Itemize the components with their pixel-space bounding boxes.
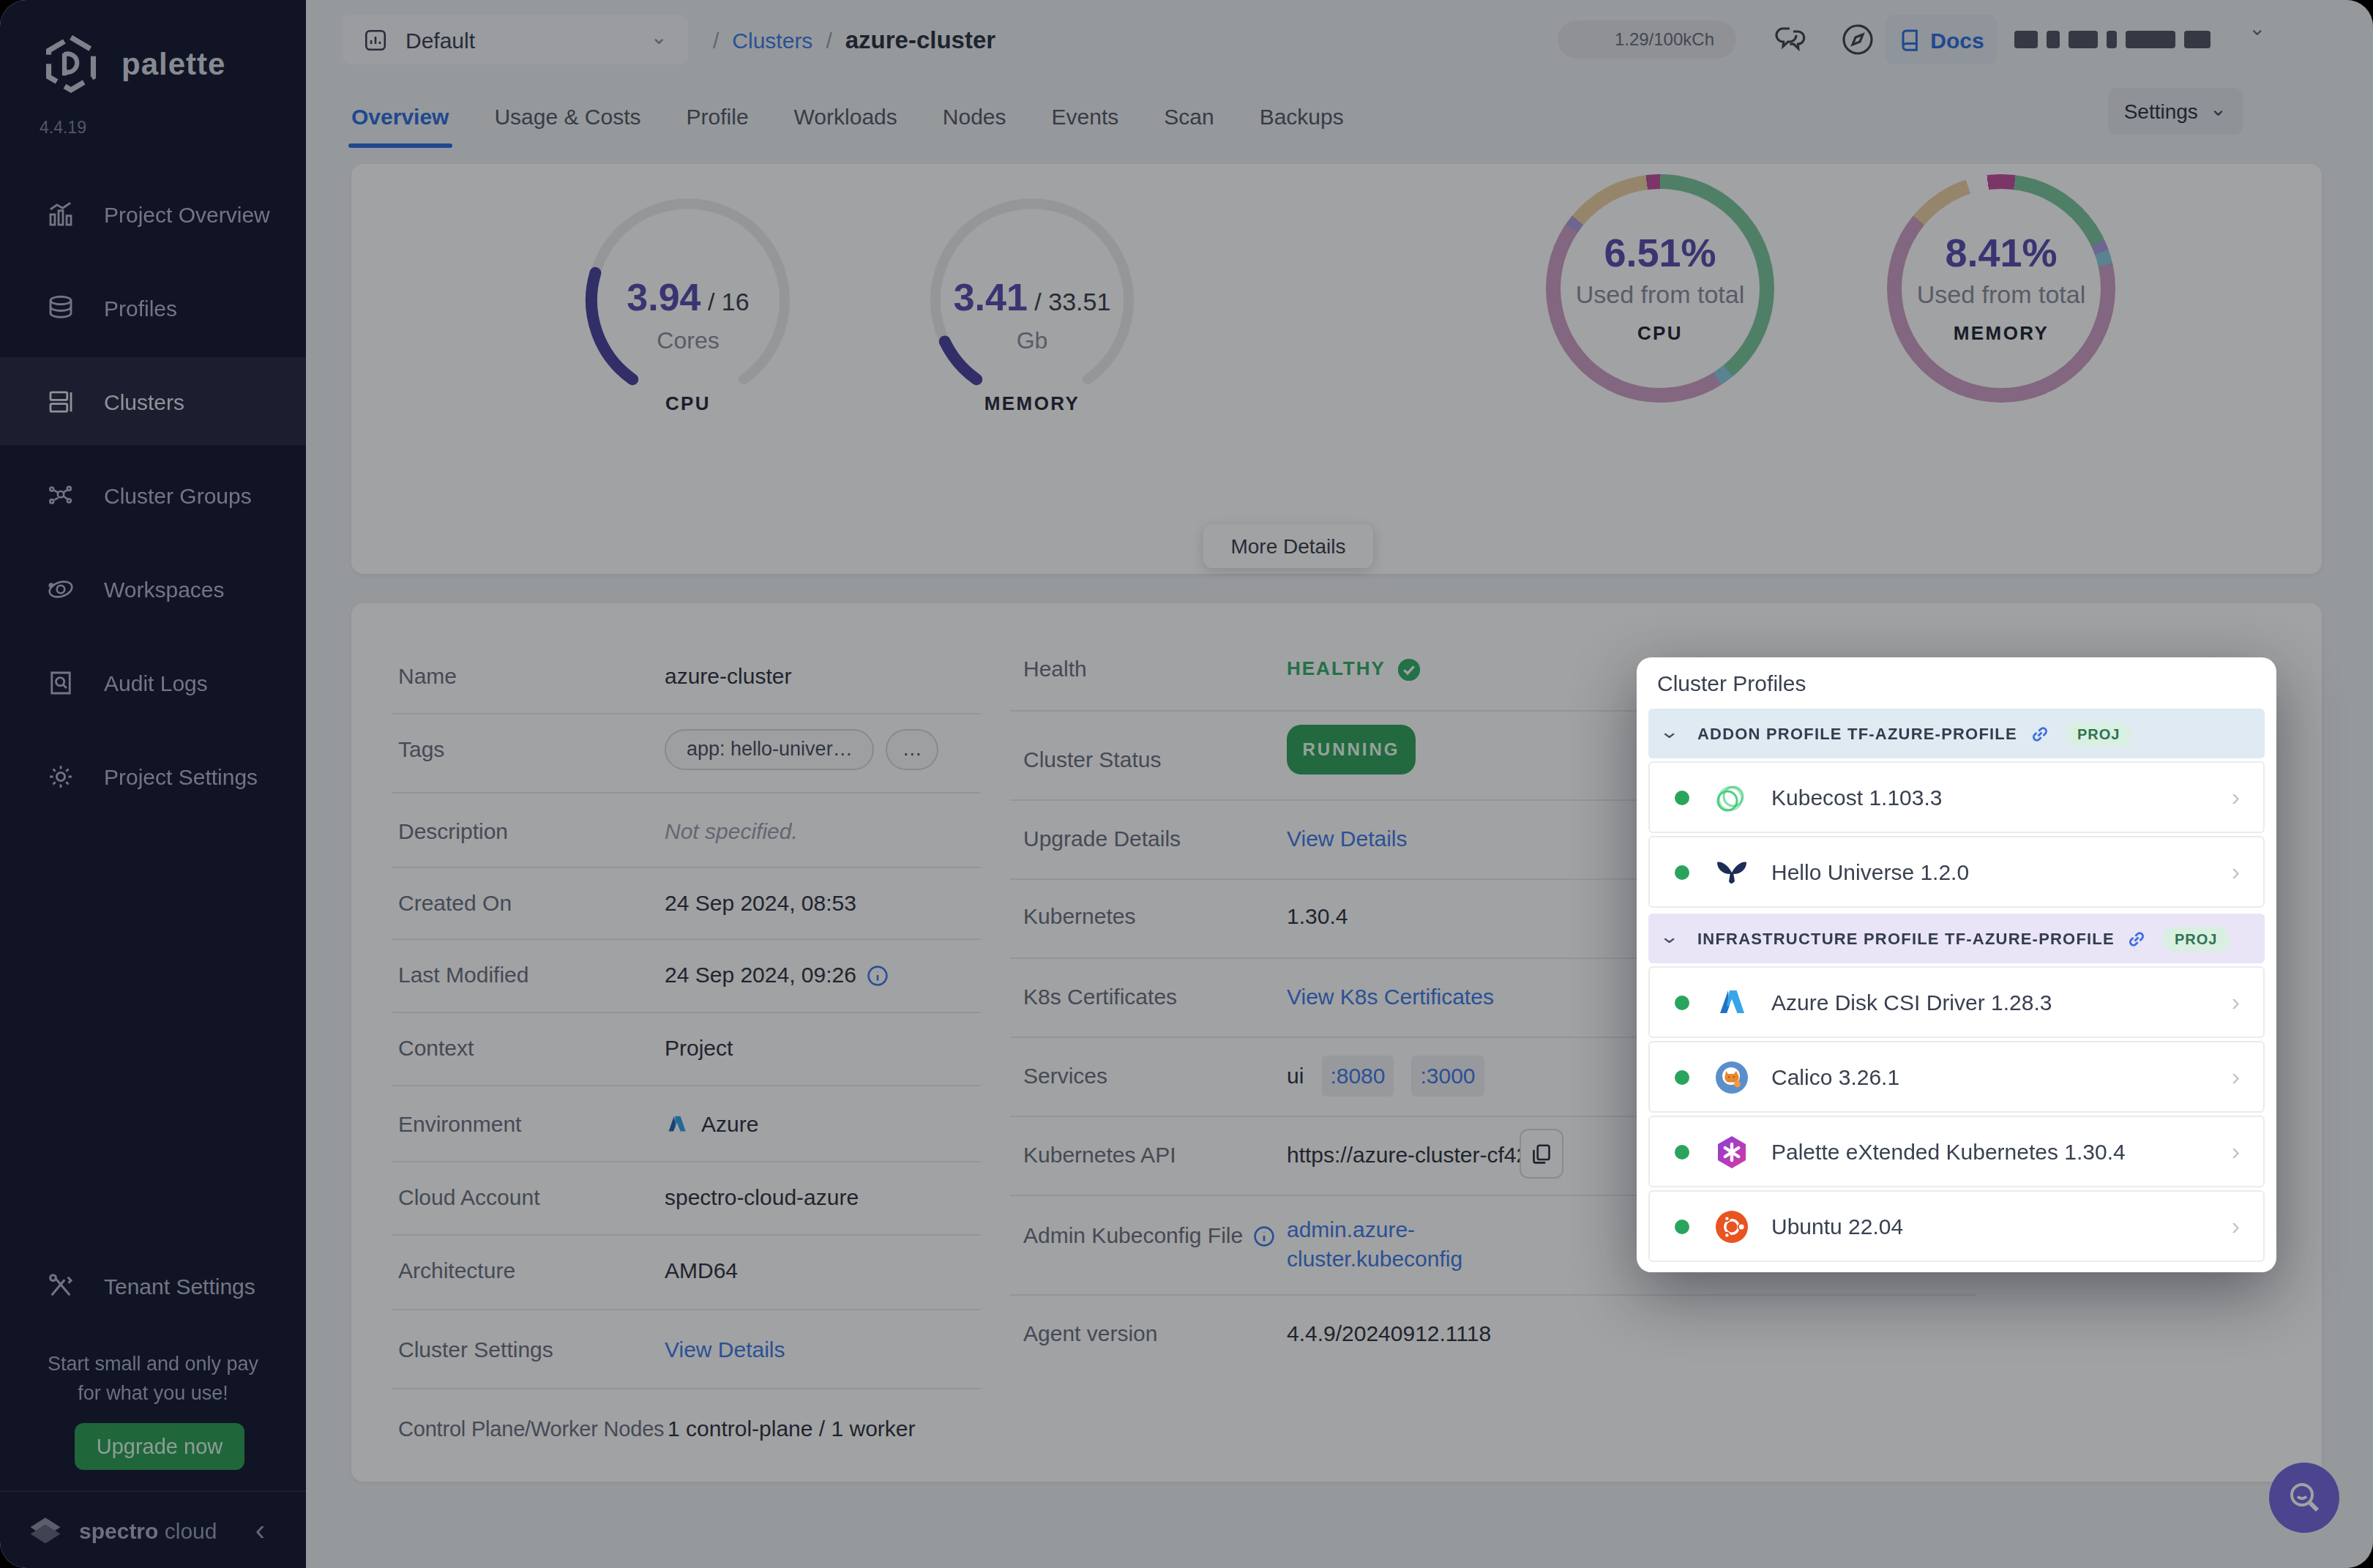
proj-badge: PROJ bbox=[2066, 721, 2131, 746]
status-dot bbox=[1675, 1144, 1689, 1159]
status-dot bbox=[1675, 790, 1689, 804]
profile-pack-row-calico[interactable]: Calico 3.26.1› bbox=[1648, 1041, 2265, 1113]
profile-pack-row-azure[interactable]: Azure Disk CSI Driver 1.28.3› bbox=[1648, 966, 2265, 1038]
chevron-right-icon: › bbox=[2232, 1062, 2240, 1091]
chevron-right-icon: › bbox=[2232, 783, 2240, 812]
status-dot bbox=[1675, 865, 1689, 879]
kubecost-icon bbox=[1713, 778, 1751, 816]
profile-pack-row-ubuntu[interactable]: Ubuntu 22.04› bbox=[1648, 1190, 2265, 1262]
status-dot bbox=[1675, 1069, 1689, 1084]
profile-pack-row-hello-universe[interactable]: Hello Universe 1.2.0› bbox=[1648, 836, 2265, 908]
addon-profile-header[interactable]: ⌄ ADDON PROFILE TF-AZURE-PROFILE PROJ bbox=[1648, 709, 2265, 758]
pxk-icon bbox=[1713, 1132, 1751, 1171]
azure-icon bbox=[1713, 983, 1751, 1021]
chevron-down-icon: ⌄ bbox=[1659, 720, 1681, 742]
infrastructure-profile-header[interactable]: ⌄ INFRASTRUCTURE PROFILE TF-AZURE-PROFIL… bbox=[1648, 914, 2265, 963]
link-icon bbox=[2029, 723, 2051, 744]
app-window: palette 4.4.19 Project OverviewProfilesC… bbox=[0, 0, 2373, 1568]
hello-universe-icon bbox=[1713, 853, 1751, 891]
chevron-right-icon: › bbox=[2232, 1212, 2240, 1241]
link-icon bbox=[2126, 927, 2148, 949]
ubuntu-icon bbox=[1713, 1207, 1751, 1245]
chevron-right-icon: › bbox=[2232, 988, 2240, 1017]
chevron-right-icon: › bbox=[2232, 1137, 2240, 1166]
chevron-down-icon: ⌄ bbox=[1659, 925, 1681, 947]
profile-pack-row-pxk[interactable]: Palette eXtended Kubernetes 1.30.4› bbox=[1648, 1116, 2265, 1187]
cluster-profiles-panel: Cluster Profiles ⌄ ADDON PROFILE TF-AZUR… bbox=[1637, 657, 2276, 1272]
chevron-right-icon: › bbox=[2232, 857, 2240, 886]
profile-pack-row-kubecost[interactable]: Kubecost 1.103.3› bbox=[1648, 761, 2265, 833]
status-dot bbox=[1675, 995, 1689, 1009]
panel-title: Cluster Profiles bbox=[1657, 669, 2265, 698]
calico-icon bbox=[1713, 1058, 1751, 1096]
proj-badge: PROJ bbox=[2163, 926, 2229, 951]
status-dot bbox=[1675, 1219, 1689, 1233]
